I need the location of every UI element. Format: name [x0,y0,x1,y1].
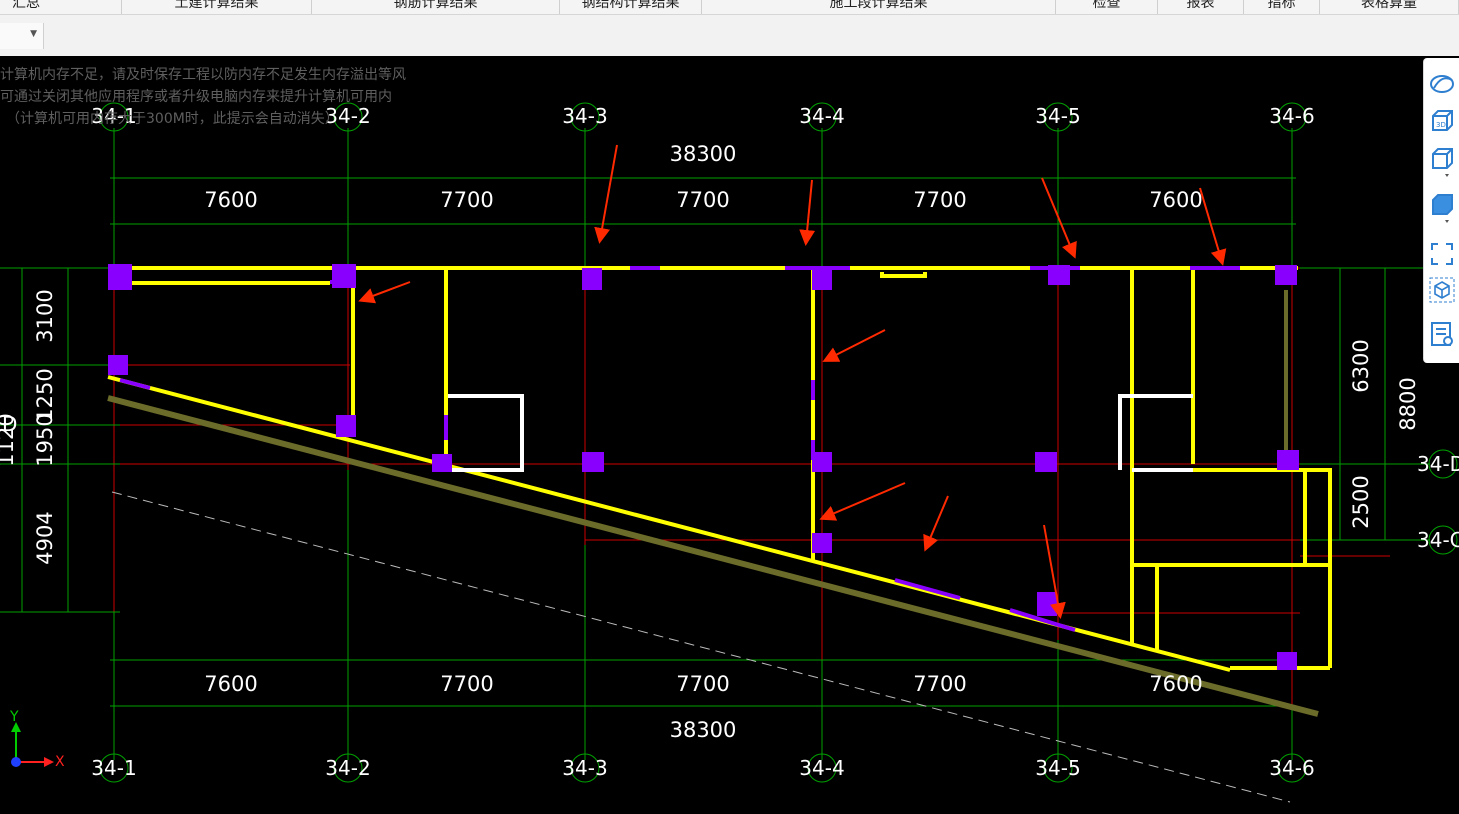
orbit-icon[interactable] [1428,70,1456,98]
dimension-span: 7700 [676,188,730,212]
drawing-labels: 34-1 34-1 34-2 34-2 34-3 34-3 34-4 34-4 34-5 34-5… [0,0,1459,814]
memory-warning-text: （计算机可用内存大于300M时，此提示会自动消失） [6,111,339,127]
axis-label-top: 34-4 [799,104,845,128]
dimension-right: 2500 [1349,475,1373,529]
dimension-right: 6300 [1349,339,1373,393]
axis-label-top: 34-3 [562,104,608,128]
dimension-span: 7600 [204,188,258,212]
dimension-total: 38300 [669,142,737,166]
axis-label-top: 34-5 [1035,104,1081,128]
dimension-span: 7700 [440,672,494,696]
view-3d-icon[interactable]: 3D [1428,106,1456,134]
x-axis-label: X [55,754,65,770]
dimension-span: 7700 [440,188,494,212]
dimension-left: 3100 [33,289,57,343]
dimension-span: 7600 [204,672,258,696]
dimension-span: 7700 [676,672,730,696]
view-toolbar: 3D [1423,58,1459,363]
axis-label-right: 34-C [1417,528,1459,552]
dimension-span: 7600 [1149,188,1203,212]
axis-label-bottom: 34-2 [325,756,371,780]
box-view-icon[interactable] [1428,144,1456,177]
axis-label-bottom: 34-3 [562,756,608,780]
dimension-span: 7700 [913,188,967,212]
svg-text:3D: 3D [1436,121,1446,129]
dimension-left: 4904 [33,511,57,565]
solid-box-icon[interactable] [1428,190,1456,223]
axis-label-top: 34-6 [1269,104,1315,128]
memory-warning-text: 计算机内存不足，请及时保存工程以防内存不足发生内存溢出等风 [0,67,406,83]
memory-warning-text: 可通过关闭其他应用程序或者升级电脑内存来提升计算机可用内 [0,89,392,105]
dimension-total: 38300 [669,718,737,742]
axis-label-bottom: 34-1 [91,756,137,780]
fullscreen-icon[interactable] [1428,240,1456,268]
dimension-left: 1950 [33,413,57,467]
properties-icon[interactable] [1428,320,1456,348]
y-axis-label: Y [10,709,19,725]
axis-label-right: 34-D [1417,452,1459,476]
cube-select-icon[interactable] [1428,276,1456,304]
drawing-canvas[interactable]: 34-1 34-1 34-2 34-2 34-3 34-3 34-4 34-4 34-5 34-5… [0,56,1459,814]
dimension-right: 8800 [1396,377,1420,431]
axis-label-bottom: 34-5 [1035,756,1081,780]
axis-label-bottom: 34-4 [799,756,845,780]
dimension-span: 7700 [913,672,967,696]
axis-label-bottom: 34-6 [1269,756,1315,780]
dimension-span: 7600 [1149,672,1203,696]
dimension-left: 1120 [0,413,18,467]
